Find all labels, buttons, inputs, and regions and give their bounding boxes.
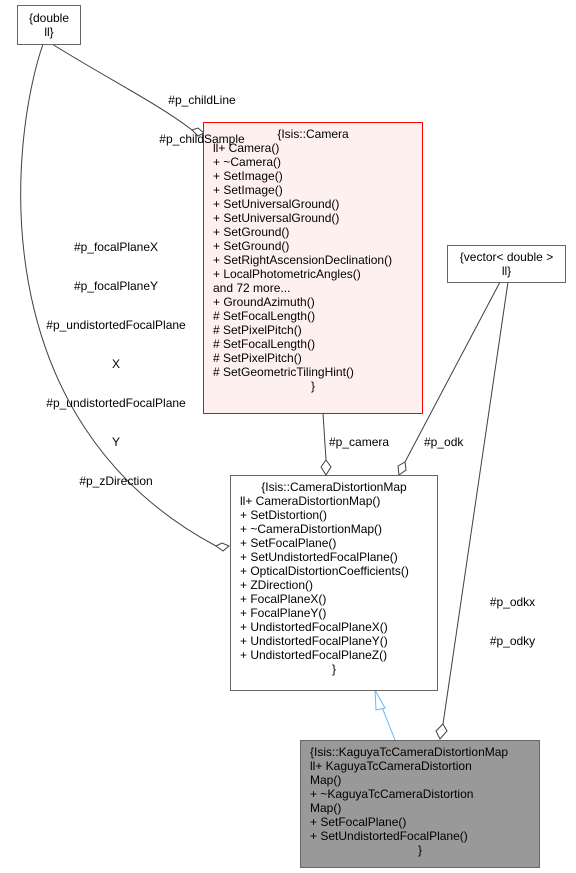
edge-label-line: #p_childLine: [168, 93, 236, 107]
member-item: + SetGround(): [213, 225, 290, 239]
member-item: + UndistortedFocalPlaneX(): [240, 620, 388, 634]
aggregation-diamond-icon: [215, 542, 230, 552]
member-item: # SetFocalLength(): [213, 309, 316, 323]
member-item: + UndistortedFocalPlaneY(): [240, 634, 388, 648]
member-item: # SetGeometricTilingHint(): [213, 365, 354, 379]
member-item: + ZDirection(): [240, 578, 314, 592]
member-list: ll+ KaguyaTcCameraDistortion Map() + ~Kagu…: [301, 759, 539, 843]
member-item: + LocalPhotometricAngles(): [213, 267, 361, 281]
member-item: + FocalPlaneY(): [240, 606, 327, 620]
member-item: and 72 more...: [213, 281, 291, 295]
edge-label-line: #p_undistortedFocalPlane: [46, 318, 186, 332]
member-list: ll+ CameraDistortionMap() + SetDistortion…: [231, 494, 437, 662]
aggregation-diamond-icon: [397, 461, 407, 476]
member-item: Map(): [310, 801, 342, 815]
member-item: + UndistortedFocalPlaneZ(): [240, 648, 388, 662]
member-item: Map(): [310, 773, 342, 787]
node-title: {Isis::KaguyaTcCameraDistortionMap: [310, 745, 509, 759]
node-label: {vector< double >: [459, 250, 554, 264]
member-item: + SetRightAscensionDeclination(): [213, 253, 393, 267]
edge-label-line: #p_odkx: [489, 595, 536, 609]
node-vector-double[interactable]: {vector< double > ll}: [447, 245, 566, 283]
node-camera-distortion-map[interactable]: {Isis::CameraDistortionMap ll+ CameraDis…: [230, 475, 438, 691]
member-item: + SetUndistortedFocalPlane(): [240, 550, 398, 564]
edge-label-line: #p_childSample: [159, 132, 245, 146]
member-item: # SetPixelPitch(): [213, 351, 302, 365]
node-close-brace: }: [310, 379, 315, 393]
member-item: # SetFocalLength(): [213, 337, 316, 351]
member-item: + OpticalDistortionCoefficients(): [240, 564, 409, 578]
node-label: {double: [28, 11, 70, 25]
member-item: + SetFocalPlane(): [310, 815, 407, 829]
edge-label-odkxy: #p_odkx #p_odky: [480, 570, 545, 661]
member-item: + SetDistortion(): [240, 508, 328, 522]
member-item: + FocalPlaneX(): [240, 592, 327, 606]
node-close-brace: }: [331, 662, 336, 676]
edge-label-line: X: [111, 357, 120, 371]
member-item: ll+ CameraDistortionMap(): [240, 494, 381, 508]
member-item: + SetUniversalGround(): [213, 197, 340, 211]
edge-label-line: #p_zDirection: [79, 474, 153, 488]
node-title: {Isis::CameraDistortionMap: [261, 480, 407, 494]
member-list: ll+ Camera() + ~Camera() + SetImage() + Set…: [204, 141, 422, 379]
member-item: # SetPixelPitch(): [213, 323, 302, 337]
edge-label-child: #p_childLine #p_childSample: [152, 68, 252, 159]
node-label: ll}: [501, 264, 512, 278]
inheritance-arrow-icon: [374, 689, 386, 711]
aggregation-diamond-icon: [320, 459, 332, 476]
edge-label-camera: #p_camera: [329, 435, 390, 449]
member-item: + ~KaguyaTcCameraDistortion: [310, 787, 474, 801]
node-kaguya-tc-camera-distortion-map[interactable]: {Isis::KaguyaTcCameraDistortionMap ll+ K…: [300, 740, 540, 868]
edge-label-focal-plane: #p_focalPlaneX #p_focalPlaneY #p_undisto…: [36, 215, 196, 501]
member-item: + ~CameraDistortionMap(): [240, 522, 383, 536]
edge-label-line: Y: [111, 435, 120, 449]
edge-label-line: #p_focalPlaneY: [73, 279, 159, 293]
node-isis-camera[interactable]: {Isis::Camera ll+ Camera() + ~Camera() + S…: [203, 122, 423, 414]
member-item: + SetFocalPlane(): [240, 536, 337, 550]
member-item: ll+ KaguyaTcCameraDistortion: [310, 759, 472, 773]
node-close-brace: }: [417, 843, 422, 857]
node-label: ll}: [44, 25, 54, 39]
member-item: + SetImage(): [213, 169, 283, 183]
member-item: + SetGround(): [213, 239, 290, 253]
member-item: + GroundAzimuth(): [213, 295, 315, 309]
edge-label-line: #p_odky: [489, 634, 536, 648]
member-item: + SetImage(): [213, 183, 283, 197]
edge-camera: [322, 412, 327, 461]
edge-label-line: #p_focalPlaneX: [73, 240, 159, 254]
node-double-ll[interactable]: {double ll}: [17, 5, 81, 45]
edge-label-line: #p_undistortedFocalPlane: [46, 396, 186, 410]
member-item: + SetUndistortedFocalPlane(): [310, 829, 468, 843]
member-item: + SetUniversalGround(): [213, 211, 340, 225]
edge-label-odk: #p_odk: [424, 435, 464, 449]
aggregation-diamond-icon: [435, 723, 448, 740]
